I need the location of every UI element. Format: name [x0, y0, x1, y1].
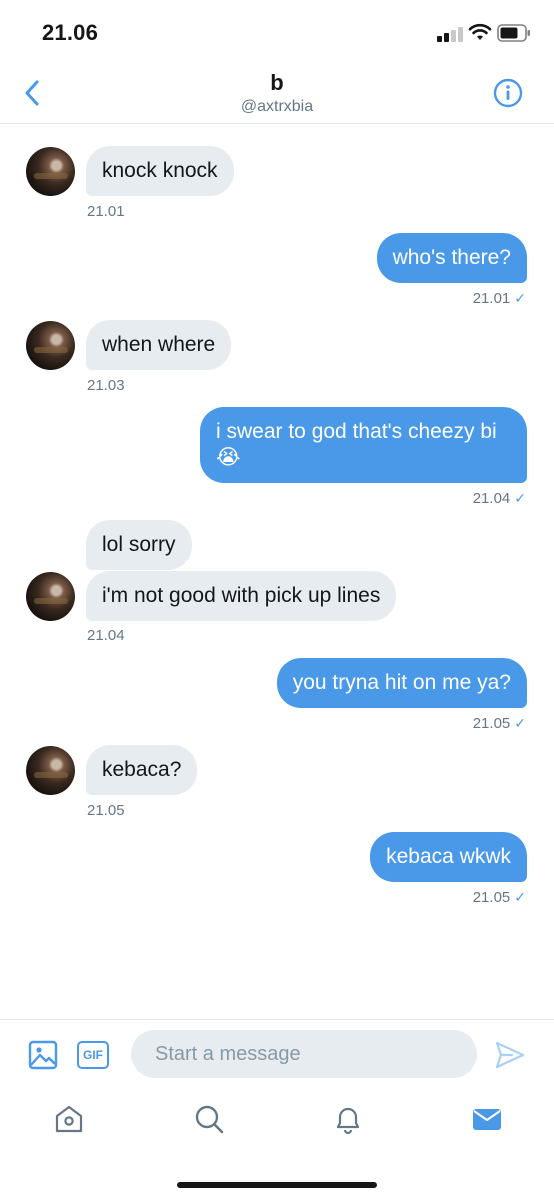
message-input[interactable] [131, 1030, 477, 1078]
outgoing-message-bubble[interactable]: i swear to god that's cheezy bi 😭 [200, 407, 527, 483]
incoming-message-bubble[interactable]: lol sorry [86, 520, 192, 570]
outgoing-message-bubble[interactable]: who's there? [376, 233, 527, 283]
sent-check-icon: ✓ [514, 290, 526, 306]
avatar[interactable] [26, 572, 75, 621]
wifi-icon [468, 23, 492, 40]
avatar[interactable] [26, 746, 75, 795]
message-meta: 21.05 ✓ [473, 715, 526, 732]
outgoing-message-bubble[interactable]: kebaca wkwk [370, 832, 527, 882]
message-timestamp: 21.01 [472, 290, 511, 307]
send-icon[interactable] [494, 1040, 526, 1070]
search-icon[interactable] [193, 1103, 225, 1135]
status-bar: 21.06 [0, 0, 554, 62]
tab-bar [0, 1089, 554, 1149]
message-timestamp: 21.04 [87, 627, 125, 644]
sent-check-icon: ✓ [514, 490, 526, 506]
message-meta: 21.04 ✓ [473, 490, 526, 507]
message-composer: GIF [0, 1019, 554, 1089]
gif-button[interactable]: GIF [77, 1041, 109, 1069]
avatar[interactable] [26, 147, 75, 196]
battery-icon [497, 24, 530, 42]
cellular-signal-icon [437, 26, 463, 42]
home-indicator [177, 1182, 377, 1188]
message-timestamp: 21.05 [87, 802, 125, 819]
message-timestamp: 21.04 [472, 490, 511, 507]
info-icon[interactable] [493, 78, 523, 108]
conversation-name[interactable]: b [0, 70, 554, 96]
mail-icon[interactable] [471, 1103, 503, 1135]
incoming-message-bubble[interactable]: when where [86, 320, 232, 370]
avatar[interactable] [26, 321, 75, 370]
message-timestamp: 21.03 [87, 377, 125, 394]
home-icon[interactable] [53, 1103, 85, 1135]
sent-check-icon: ✓ [514, 889, 526, 905]
outgoing-message-bubble[interactable]: you tryna hit on me ya? [276, 658, 527, 708]
incoming-message-bubble[interactable]: kebaca? [86, 745, 198, 795]
message-timestamp: 21.05 [472, 715, 511, 732]
incoming-message-bubble[interactable]: i'm not good with pick up lines [86, 571, 397, 621]
message-meta: 21.01 ✓ [473, 290, 526, 307]
message-timestamp: 21.01 [87, 203, 125, 220]
bell-icon[interactable] [332, 1103, 364, 1135]
incoming-message-bubble[interactable]: knock knock [86, 146, 234, 196]
conversation-handle[interactable]: @axtrxbia [0, 98, 554, 116]
conversation-header: b @axtrxbia [0, 62, 554, 124]
image-icon[interactable] [28, 1040, 58, 1070]
sent-check-icon: ✓ [514, 715, 526, 731]
status-time: 21.06 [42, 20, 99, 45]
message-meta: 21.05 ✓ [473, 889, 526, 906]
message-timestamp: 21.05 [472, 889, 511, 906]
